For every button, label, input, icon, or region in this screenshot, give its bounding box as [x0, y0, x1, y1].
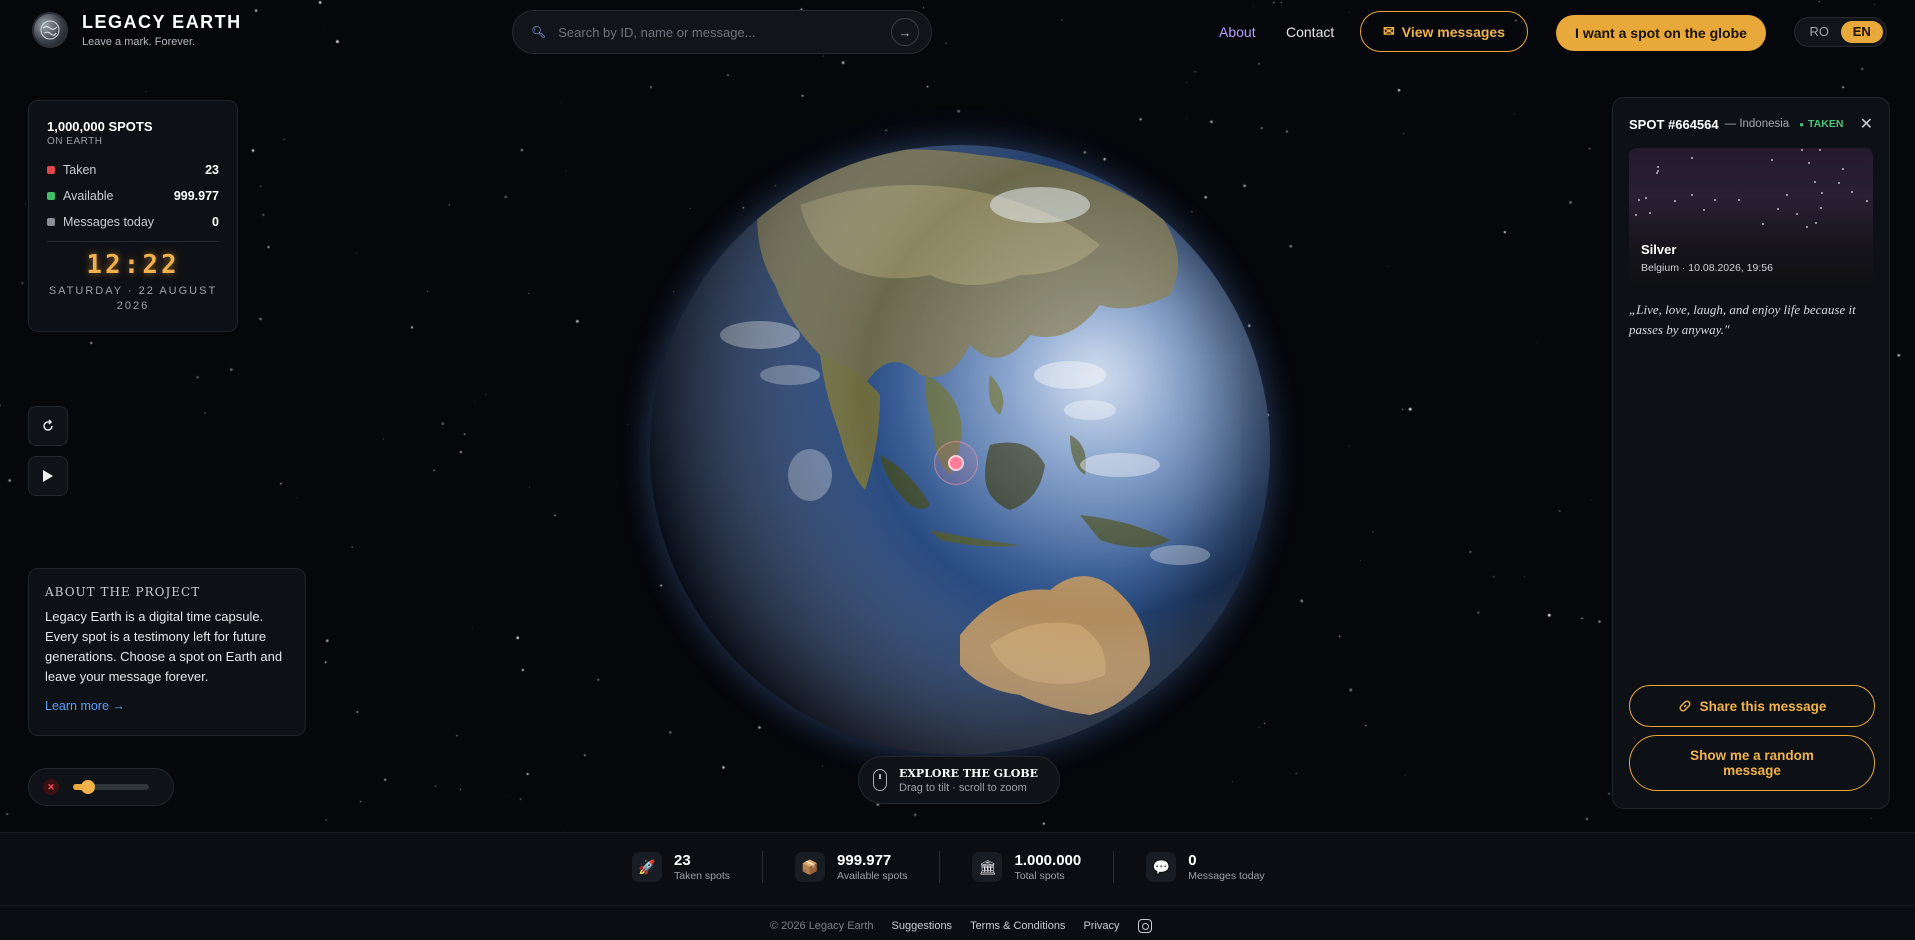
mute-icon[interactable]: ✕: [43, 779, 59, 795]
rocket-icon: 🚀: [632, 852, 662, 882]
copyright: © 2026 Legacy Earth: [770, 920, 874, 932]
footer-stat: 📦 999.977 Available spots: [795, 852, 907, 882]
footer-stat-label: Messages today: [1188, 870, 1265, 882]
share-message-button[interactable]: Share this message: [1629, 685, 1875, 727]
spots-stats-card: 1,000,000 SPOTS ON EARTH Taken 23 Availabl…: [28, 100, 238, 332]
stat-row-taken: Taken 23: [47, 163, 219, 177]
date-line-day: SATURDAY · 22 AUGUST: [48, 285, 218, 297]
footer-link-suggestions[interactable]: Suggestions: [892, 920, 953, 932]
globe-surface[interactable]: [650, 145, 1270, 755]
clock-display: 12:22: [86, 250, 180, 280]
chat-icon: 💬: [1146, 852, 1177, 882]
brand-logo[interactable]: LEGACY EARTH Leave a mark. Forever.: [32, 12, 242, 48]
footer-stat-value: 0: [1188, 852, 1197, 869]
footer-stat: 🚀 23 Taken spots: [632, 852, 730, 882]
instagram-icon[interactable]: [1137, 919, 1152, 933]
stats-divider: [47, 241, 219, 242]
nav-link-about[interactable]: About: [1219, 24, 1256, 40]
random-message-button[interactable]: Show me a random message: [1629, 735, 1875, 791]
spot-message: „Live, love, laugh, and enjoy life becau…: [1629, 302, 1856, 337]
spot-id: SPOT #664564: [1629, 116, 1719, 132]
footer-stat-value: 1.000.000: [1014, 852, 1082, 869]
stat-color-dot: [47, 218, 55, 226]
lang-ro-option[interactable]: RO: [1798, 21, 1841, 43]
stat-color-dot: [47, 192, 55, 200]
bank-icon: 🏛: [972, 852, 1003, 882]
spot-header: SPOT #664564 — Indonesia TAKEN ✕: [1629, 114, 1873, 134]
want-spot-button[interactable]: I want a spot on the globe: [1556, 15, 1766, 51]
link-icon: [1679, 700, 1691, 712]
stat-value: 0: [212, 215, 219, 229]
globe-logo-icon: [32, 12, 68, 48]
explore-globe-hint: EXPLORE THE GLOBE Drag to tilt · scroll …: [858, 756, 1060, 804]
footer-stat: 🏛 1.000.000 Total spots: [972, 852, 1081, 882]
footer-link-terms[interactable]: Terms & Conditions: [970, 920, 1065, 932]
autoplay-rotation-button[interactable]: [28, 456, 68, 496]
footer-links: © 2026 Legacy Earth Suggestions Terms & …: [770, 919, 1152, 933]
stat-value: 23: [205, 163, 219, 177]
search-icon: 🔍︎: [531, 25, 547, 39]
spot-owner-meta: Belgium · 10.08.2026, 19:56: [1641, 262, 1773, 274]
volume-control: ✕: [28, 768, 174, 806]
mouse-icon: [873, 769, 887, 791]
stat-row-available: Available 999.977: [47, 189, 219, 203]
random-label: Show me a random message: [1690, 748, 1814, 778]
volume-slider[interactable]: [73, 780, 149, 794]
stats-subtitle: ON EARTH: [47, 136, 103, 147]
brand-title: LEGACY EARTH: [82, 12, 242, 32]
stat-value: 999.977: [173, 189, 219, 203]
brand-tagline: Leave a mark. Forever.: [82, 36, 196, 48]
stats-title: 1,000,000 SPOTS: [47, 119, 153, 134]
selected-spot-marker[interactable]: [948, 455, 964, 471]
search-bar: 🔍︎ →: [512, 10, 932, 54]
explore-title: EXPLORE THE GLOBE: [899, 766, 1039, 780]
date-line-year: 2026: [116, 300, 150, 312]
spot-owner-card: Silver Belgium · 10.08.2026, 19:56: [1629, 148, 1873, 286]
explore-subtitle: Drag to tilt · scroll to zoom: [899, 781, 1027, 794]
spot-country: — Indonesia: [1724, 118, 1790, 130]
reset-view-button[interactable]: [28, 406, 68, 446]
footer: 🚀 23 Taken spots 📦 999.977 Available spots 🏛 1.…: [0, 832, 1915, 940]
footer-stat-label: Available spots: [837, 870, 908, 882]
stat-label: Taken: [63, 163, 97, 177]
share-label: Share this message: [1699, 698, 1827, 714]
stat-row-messages-today: Messages today 0: [47, 215, 219, 229]
nav-link-contact[interactable]: Contact: [1286, 24, 1334, 40]
spot-detail-panel: SPOT #664564 — Indonesia TAKEN ✕ Silver …: [1612, 97, 1890, 809]
refresh-icon: [43, 419, 53, 431]
view-messages-button[interactable]: ✉ View messages: [1360, 11, 1528, 52]
footer-stats: 🚀 23 Taken spots 📦 999.977 Available spots 🏛 1.…: [632, 851, 1265, 883]
lang-en-option[interactable]: EN: [1840, 21, 1883, 43]
volume-slider-thumb[interactable]: [81, 780, 96, 794]
view-messages-label: View messages: [1401, 23, 1505, 40]
envelope-icon: ✉: [1383, 23, 1395, 39]
about-heading: ABOUT THE PROJECT: [45, 585, 201, 599]
close-icon[interactable]: ✕: [1860, 114, 1873, 134]
spot-owner-name: Silver: [1641, 242, 1677, 257]
footer-stat: 💬 0 Messages today: [1146, 852, 1265, 882]
footer-stat-label: Taken spots: [674, 870, 731, 882]
box-icon: 📦: [795, 852, 826, 882]
spot-status-badge: TAKEN: [1799, 118, 1843, 130]
stat-color-dot: [47, 166, 55, 174]
about-project-card: ABOUT THE PROJECT Legacy Earth is a digi…: [28, 568, 306, 736]
stat-label: Available: [63, 189, 114, 203]
footer-stat-value: 999.977: [837, 852, 892, 869]
about-text: Legacy Earth is a digital time capsule. …: [45, 609, 283, 684]
language-switcher: RO EN: [1794, 17, 1887, 47]
earth-globe[interactable]: [610, 105, 1310, 795]
footer-stat-label: Total spots: [1014, 870, 1065, 882]
stat-label: Messages today: [63, 215, 155, 229]
search-input[interactable]: [558, 24, 891, 40]
footer-link-privacy[interactable]: Privacy: [1083, 920, 1119, 932]
learn-more-link[interactable]: Learn more →: [45, 699, 289, 713]
footer-stat-value: 23: [674, 852, 691, 869]
play-icon: [43, 470, 53, 482]
date-display: SATURDAY · 22 AUGUST 2026: [47, 284, 219, 314]
search-submit-arrow-icon[interactable]: →: [891, 18, 919, 46]
